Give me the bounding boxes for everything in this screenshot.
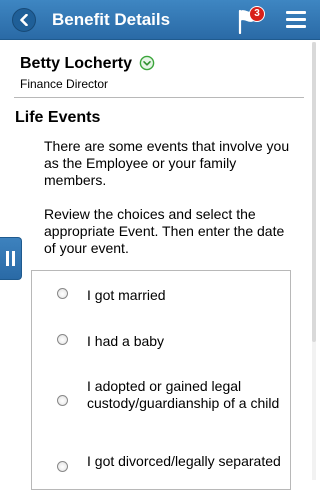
- back-button[interactable]: [12, 8, 36, 32]
- section-heading-life-events: Life Events: [15, 109, 101, 126]
- header-bar: Benefit Details 3: [0, 0, 320, 40]
- choice-label-got-married[interactable]: I got married: [87, 287, 282, 304]
- pause-bars-icon: [6, 251, 9, 266]
- side-panel-toggle[interactable]: [0, 237, 22, 280]
- radio-had-baby[interactable]: [57, 334, 68, 345]
- radio-adopted-child[interactable]: [57, 395, 68, 406]
- hamburger-menu-icon: [286, 11, 306, 14]
- menu-button[interactable]: [286, 11, 306, 29]
- choice-label-divorced[interactable]: I got divorced/legally separated: [87, 453, 282, 470]
- person-name: Betty Locherty: [20, 55, 133, 72]
- intro-text: There are some events that involve you a…: [44, 138, 290, 188]
- person-header: Betty Locherty: [20, 54, 155, 74]
- chevron-down-circle-icon[interactable]: [139, 55, 155, 71]
- scrollbar-thumb[interactable]: [312, 42, 316, 342]
- chevron-left-icon: [20, 14, 28, 26]
- person-job-title: Finance Director: [20, 77, 109, 91]
- instructions-text: Review the choices and select the approp…: [44, 206, 285, 256]
- radio-divorced[interactable]: [57, 461, 68, 472]
- notification-count-badge: 3: [249, 6, 265, 22]
- notifications-button[interactable]: 3: [236, 6, 268, 34]
- radio-got-married[interactable]: [57, 288, 68, 299]
- divider: [14, 97, 304, 98]
- page-title: Benefit Details: [52, 10, 171, 29]
- choice-label-adopted-child[interactable]: I adopted or gained legal custody/guardi…: [87, 378, 282, 412]
- choice-label-had-baby[interactable]: I had a baby: [87, 333, 282, 350]
